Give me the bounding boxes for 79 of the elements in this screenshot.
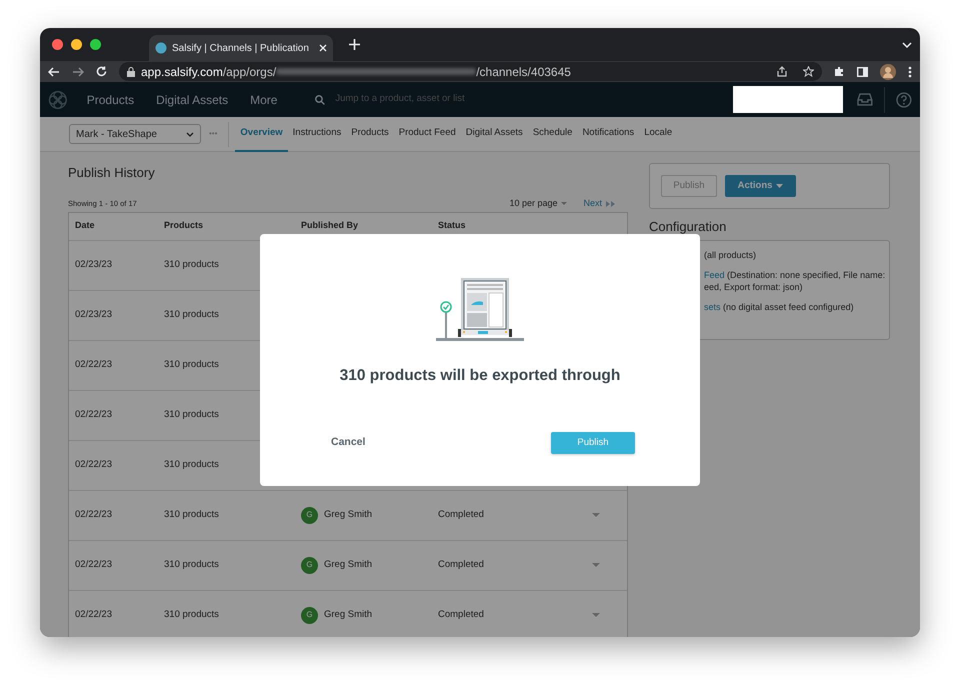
- nav-tab[interactable]: Instructions: [288, 116, 346, 152]
- star-icon[interactable]: [803, 66, 814, 77]
- chevron-icon: [186, 132, 194, 136]
- table-cell-text: 02/22/23: [74, 358, 113, 372]
- table-cell-text: Greg Smith: [324, 608, 372, 622]
- nav-tab[interactable]: Schedule: [528, 116, 578, 152]
- column-header: Status: [438, 219, 467, 232]
- table-cell: Completed: [438, 608, 484, 620]
- nav-tab[interactable]: Products: [346, 116, 394, 152]
- nav-link[interactable]: More: [250, 90, 278, 108]
- close-icon[interactable]: [319, 44, 327, 52]
- caret-icon: [776, 184, 784, 188]
- search-icon: [315, 94, 326, 104]
- inbox-icon[interactable]: [857, 93, 874, 106]
- table-cell: Completed: [438, 558, 484, 570]
- close-icon[interactable]: [52, 39, 63, 50]
- nav-tab[interactable]: Notifications: [577, 116, 640, 152]
- table-cell-text: 02/23/23: [74, 308, 113, 322]
- nav-tab[interactable]: Product Feed: [394, 116, 461, 152]
- nav-tab[interactable]: Overview: [235, 116, 288, 152]
- url-text: app.salsify.com/app/orgs/ /channels/403645: [141, 64, 571, 80]
- table-cell-text: 02/22/23: [74, 558, 113, 572]
- table-cell: Completed: [438, 508, 484, 520]
- next-link[interactable]: Next: [583, 196, 616, 210]
- table-cell-text: 310 products: [164, 458, 220, 472]
- avatar-icon: G: [301, 606, 318, 624]
- share-icon[interactable]: [777, 66, 787, 77]
- forward-icon[interactable]: [72, 66, 84, 76]
- plus-icon[interactable]: [349, 39, 360, 50]
- table-cell-text: 310 products: [164, 258, 220, 272]
- nav-tab[interactable]: Locale: [639, 116, 678, 152]
- table-cell-text: 02/23/23: [74, 258, 113, 272]
- address-bar[interactable]: app.salsify.com/app/orgs/ /channels/403645: [119, 62, 822, 81]
- reload-icon[interactable]: [96, 66, 107, 77]
- column-header: Date: [74, 219, 96, 232]
- config-link[interactable]: Feed: [704, 270, 725, 280]
- browser-tab[interactable]: Salsify | Channels | Publication: [149, 35, 333, 61]
- table-cell-text: 310 products: [164, 408, 220, 422]
- menu-icon[interactable]: [908, 66, 912, 78]
- column-header: Products: [164, 219, 204, 232]
- column-header: Published By: [301, 219, 360, 232]
- avatar-icon[interactable]: [880, 64, 896, 80]
- table-cell-text: 02/22/23: [74, 508, 113, 522]
- cancel-button[interactable]: Cancel: [325, 434, 372, 452]
- back-icon[interactable]: [48, 66, 60, 76]
- nav-link[interactable]: Products: [86, 90, 134, 108]
- avatar-icon: G: [301, 506, 318, 524]
- table-cell-text: Greg Smith: [324, 508, 372, 522]
- table-cell-text: Greg Smith: [324, 558, 372, 572]
- caret-icon: [561, 202, 568, 206]
- config-text: sets (no digital asset feed configured): [704, 302, 855, 313]
- maximize-icon[interactable]: [90, 39, 101, 50]
- table-cell-text: 02/22/23: [74, 408, 113, 422]
- help-icon[interactable]: [896, 92, 912, 108]
- table-cell-text: 02/22/23: [74, 608, 113, 622]
- channel-select[interactable]: Mark - TakeShape: [69, 124, 201, 144]
- config-link[interactable]: sets: [704, 302, 721, 312]
- sidebar-icon[interactable]: [857, 66, 868, 76]
- table-cell-text: 310 products: [164, 508, 220, 522]
- table-cell-text: 310 products: [164, 558, 220, 572]
- per-page-select[interactable]: 10 per page: [509, 196, 568, 210]
- double-chevron-icon: [606, 200, 616, 206]
- config-text: (all products): [704, 250, 758, 262]
- avatar-icon: G: [301, 556, 318, 574]
- config-text: Feed (Destination: none specified, File name: eed, Export format: json): [704, 270, 886, 293]
- search-field[interactable]: Jump to a product, asset or list: [333, 91, 708, 108]
- table-cell-text: 310 products: [164, 608, 220, 622]
- chevron-icon[interactable]: [902, 42, 912, 48]
- table-cell-text: 310 products: [164, 308, 220, 322]
- table-cell-text: 02/22/23: [74, 458, 113, 472]
- puzzle-icon[interactable]: [834, 66, 845, 77]
- table-cell-text: 310 products: [164, 358, 220, 372]
- section-title: Configuration: [649, 219, 728, 235]
- nav-tab[interactable]: Digital Assets: [460, 116, 528, 152]
- minimize-icon[interactable]: [71, 39, 82, 50]
- nav-link[interactable]: Digital Assets: [156, 90, 228, 108]
- lock-icon: [127, 66, 135, 76]
- section-title: Publish History: [68, 164, 156, 182]
- modal-message: 310 products will be exported through: [340, 366, 620, 386]
